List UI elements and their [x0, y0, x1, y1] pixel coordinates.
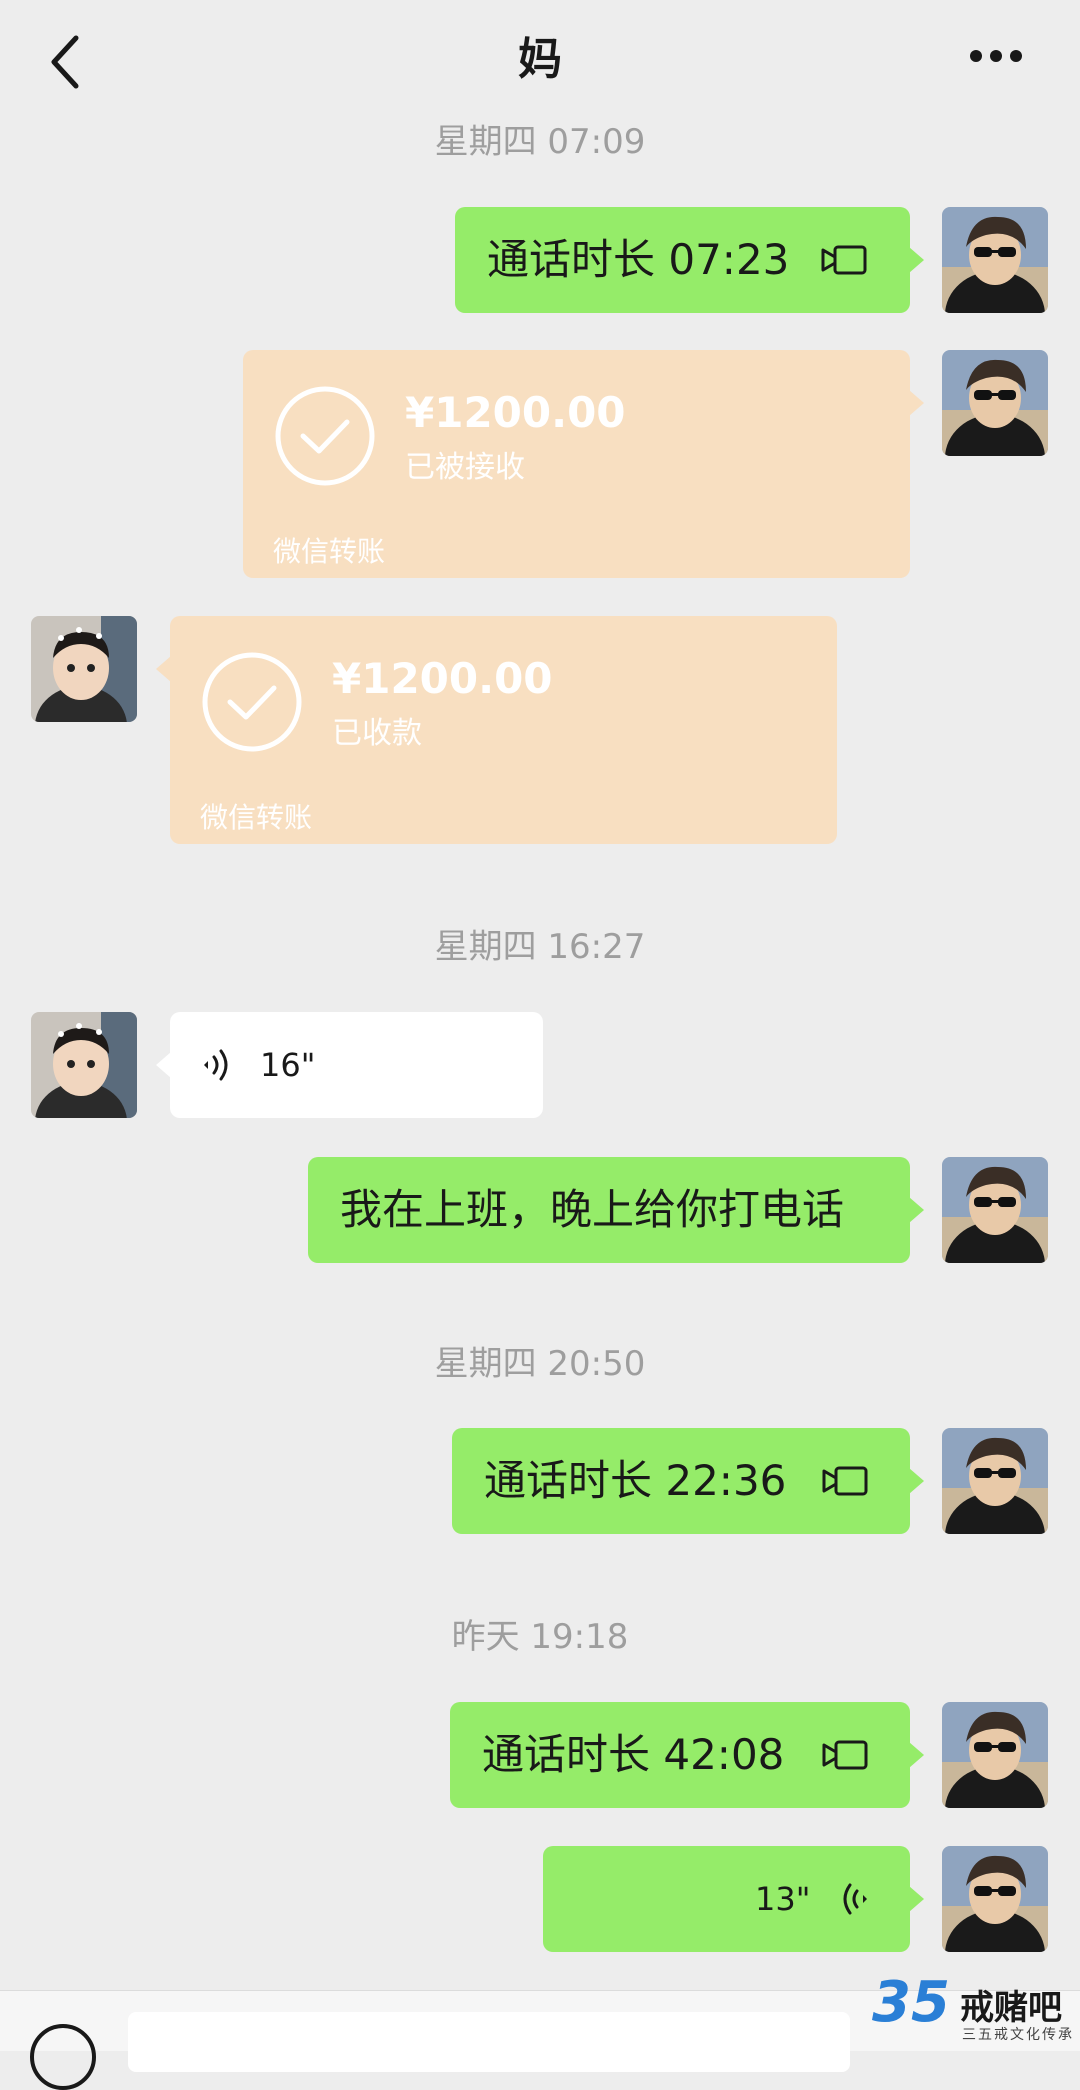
my-avatar[interactable] [942, 350, 1048, 456]
video-call-icon [822, 1466, 868, 1496]
text-message-bubble[interactable]: 我在上班，晚上给你打电话 [308, 1157, 924, 1263]
transfer-status: 已收款 [332, 716, 422, 751]
watermark-logo-name: 戒赌吧 [960, 1988, 1062, 2028]
voice-message-bubble[interactable]: 13" [543, 1846, 924, 1952]
call-duration-text: 通话时长 22:36 [484, 1456, 787, 1505]
timestamp: 星期四 16:27 [434, 927, 646, 967]
video-call-icon [821, 245, 867, 275]
timestamp: 星期四 20:50 [434, 1344, 646, 1384]
watermark-logo-number: 35 [872, 1970, 950, 2035]
contact-avatar[interactable] [31, 616, 137, 722]
call-duration-text: 通话时长 42:08 [482, 1730, 785, 1779]
voice-wave-icon [843, 1883, 867, 1915]
watermark-tagline: 三五戒文化传承 [962, 2027, 1074, 2043]
call-record-bubble[interactable]: 通话时长 42:08 [450, 1702, 924, 1808]
voice-duration: 16" [260, 1046, 316, 1084]
chat-title: 妈 [518, 34, 562, 85]
transfer-bubble[interactable]: ¥1200.00 已收款 微信转账 [156, 616, 837, 844]
my-avatar[interactable] [942, 1428, 1048, 1534]
my-avatar[interactable] [942, 1702, 1048, 1808]
call-record-bubble[interactable]: 通话时长 07:23 [455, 207, 924, 313]
transfer-bubble[interactable]: ¥1200.00 已被接收 微信转账 [243, 350, 924, 578]
timestamp: 星期四 07:09 [434, 122, 646, 162]
more-options-icon[interactable] [970, 50, 1022, 64]
video-call-icon [822, 1740, 868, 1770]
transfer-status: 已被接收 [405, 450, 525, 485]
my-avatar[interactable] [942, 207, 1048, 313]
contact-avatar[interactable] [31, 1012, 137, 1118]
message-input[interactable] [128, 2012, 850, 2072]
voice-input-toggle-icon[interactable] [30, 2024, 96, 2090]
call-duration-text: 通话时长 07:23 [487, 235, 790, 284]
transfer-source-label: 微信转账 [273, 535, 386, 568]
call-record-bubble[interactable]: 通话时长 22:36 [452, 1428, 924, 1534]
check-circle-icon [202, 652, 302, 752]
my-avatar[interactable] [942, 1846, 1048, 1952]
transfer-amount: ¥1200.00 [332, 654, 553, 703]
check-circle-icon [275, 386, 375, 486]
voice-duration: 13" [755, 1880, 811, 1918]
voice-message-bubble[interactable]: 16" [156, 1012, 543, 1118]
message-text: 我在上班，晚上给你打电话 [340, 1185, 845, 1234]
timestamp: 昨天 19:18 [451, 1617, 629, 1657]
transfer-amount: ¥1200.00 [405, 388, 626, 437]
voice-wave-icon [204, 1049, 228, 1081]
my-avatar[interactable] [942, 1157, 1048, 1263]
transfer-source-label: 微信转账 [200, 801, 313, 834]
